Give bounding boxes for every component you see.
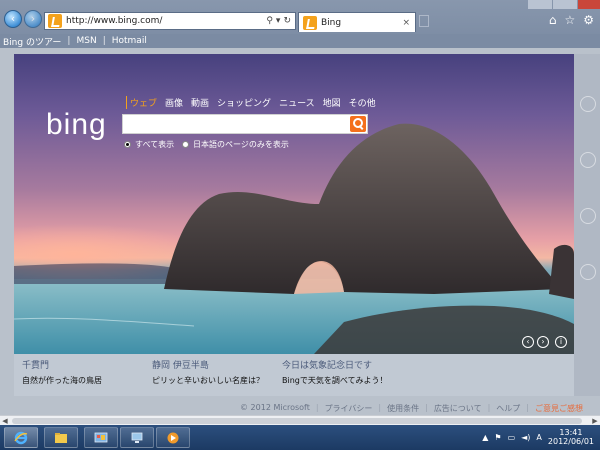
favorites-bar: Bing のツアー | MSN | Hotmail <box>0 34 600 48</box>
hero-image: bing ウェブ 画像 動画 ショッピング ニュース 地図 その他 すべて表示 … <box>14 54 574 354</box>
scope-videos[interactable]: 動画 <box>191 96 209 109</box>
hotspot-1[interactable]: 千貫門 自然が作った海の鳥居 <box>22 358 102 386</box>
taskbar-ie-button[interactable] <box>4 427 38 448</box>
taskbar: ▲ ⚑ ▭ ◄) A 13:41 2012/06/01 <box>0 425 600 450</box>
radio-japanese-only[interactable]: 日本語のページのみを表示 <box>182 139 289 150</box>
browser-right-tools: ⌂ ☆ ⚙ <box>549 13 594 27</box>
clock-date: 2012/06/01 <box>547 437 594 446</box>
forward-button[interactable]: › <box>24 10 42 28</box>
page-viewport: bing ウェブ 画像 動画 ショッピング ニュース 地図 その他 すべて表示 … <box>0 48 600 415</box>
url-text[interactable]: http://www.bing.com/ <box>66 16 266 26</box>
hotspot-title: 千貫門 <box>22 361 50 371</box>
search-icon[interactable]: ⚲ <box>266 16 273 26</box>
hotspot-3[interactable]: 今日は気象記念日です Bingで天気を調べてみよう！ <box>282 358 388 386</box>
scroll-thumb[interactable] <box>12 418 582 424</box>
home-icon[interactable]: ⌂ <box>549 13 557 27</box>
footer-link-privacy[interactable]: プライバシー <box>325 403 373 414</box>
charm-share-icon[interactable] <box>580 152 596 168</box>
computer-icon <box>131 432 143 443</box>
address-tools: ⚲ ▾ ↻ <box>266 16 295 26</box>
hotspot-2[interactable]: 静岡 伊豆半島 ピリッと辛いおいしい名産は？ <box>152 358 264 386</box>
hero-prev-button[interactable]: ‹ <box>522 336 534 348</box>
favorites-icon[interactable]: ☆ <box>564 13 575 27</box>
radio-all-results[interactable]: すべて表示 <box>124 139 174 150</box>
hotspot-desc: ピリッと辛いおいしい名産は？ <box>152 376 264 385</box>
charm-devices-icon[interactable] <box>580 264 596 280</box>
hotspot-title: 今日は気象記念日です <box>282 361 373 371</box>
hero-next-button[interactable]: › <box>537 336 549 348</box>
hero-info-button[interactable]: i <box>555 336 567 348</box>
tab-title: Bing <box>321 17 342 28</box>
maximize-button[interactable] <box>553 0 577 9</box>
footer-link-help[interactable]: ヘルプ <box>496 403 520 414</box>
footer-link-feedback[interactable]: ご意見ご感想 <box>535 403 583 414</box>
address-bar[interactable]: http://www.bing.com/ ⚲ ▾ ↻ <box>44 12 296 30</box>
radio-selected-icon[interactable] <box>124 141 131 148</box>
window-close-button[interactable] <box>578 0 600 9</box>
separator: | <box>102 36 106 46</box>
bing-logo[interactable]: bing <box>46 108 107 142</box>
scope-web[interactable]: ウェブ <box>126 96 157 109</box>
hotspot-desc: Bingで天気を調べてみよう！ <box>282 376 388 385</box>
separator: | <box>378 403 382 412</box>
scope-maps[interactable]: 地図 <box>323 96 341 109</box>
back-button[interactable]: ‹ <box>4 10 22 28</box>
footer-link-ads[interactable]: 広告について <box>434 403 482 414</box>
scope-shopping[interactable]: ショッピング <box>217 96 271 109</box>
separator: | <box>487 403 491 412</box>
network-icon[interactable]: ▭ <box>508 433 516 442</box>
windows-media-icon <box>167 432 179 444</box>
charm-search-icon[interactable] <box>580 96 596 112</box>
settings-gear-icon[interactable]: ⚙ <box>583 13 594 27</box>
dropdown-icon[interactable]: ▾ <box>276 16 281 26</box>
show-hidden-icons-icon[interactable]: ▲ <box>482 433 488 442</box>
hotspot-strip: 千貫門 自然が作った海の鳥居 静岡 伊豆半島 ピリッと辛いおいしい名産は？ 今日… <box>14 354 574 396</box>
taskbar-app-button[interactable] <box>156 427 190 448</box>
footer-link-terms[interactable]: 使用条件 <box>387 403 419 414</box>
horizontal-scrollbar[interactable]: ◀ ▶ <box>0 415 600 425</box>
new-tab-button[interactable] <box>419 15 429 27</box>
separator: | <box>315 403 319 412</box>
radio-all-label: すべて表示 <box>135 140 175 149</box>
search-button[interactable] <box>350 116 366 132</box>
separator: | <box>425 403 428 412</box>
search-scopes: ウェブ 画像 動画 ショッピング ニュース 地図 その他 <box>126 96 376 109</box>
minimize-button[interactable] <box>528 0 552 9</box>
taskbar-app-button[interactable] <box>84 427 118 448</box>
tab-bing[interactable]: Bing × <box>298 12 416 32</box>
volume-icon[interactable]: ◄) <box>521 433 530 442</box>
system-tray: ▲ ⚑ ▭ ◄) A 13:41 2012/06/01 <box>482 428 594 446</box>
taskbar-app-button[interactable] <box>120 427 154 448</box>
separator: | <box>67 36 71 46</box>
clock[interactable]: 13:41 2012/06/01 <box>548 428 594 446</box>
hotspot-title: 静岡 伊豆半島 <box>152 361 209 371</box>
link-bing-tour[interactable]: Bing のツアー <box>3 35 61 48</box>
taskbar-explorer-button[interactable] <box>44 427 78 448</box>
search-input[interactable] <box>122 114 368 134</box>
scope-news[interactable]: ニュース <box>279 96 315 109</box>
clock-time: 13:41 <box>559 428 583 437</box>
bing-favicon-icon <box>48 14 62 28</box>
scope-more[interactable]: その他 <box>349 96 376 109</box>
copyright: © 2012 Microsoft <box>240 403 310 412</box>
link-hotmail[interactable]: Hotmail <box>112 36 147 46</box>
internet-explorer-icon <box>14 431 28 445</box>
radio-japanese-label: 日本語のページのみを表示 <box>193 140 289 149</box>
ime-indicator[interactable]: A <box>536 433 541 442</box>
separator: | <box>526 403 529 412</box>
charm-start-icon[interactable] <box>580 208 596 224</box>
link-msn[interactable]: MSN <box>76 36 96 46</box>
refresh-icon[interactable]: ↻ <box>283 16 291 26</box>
flag-icon[interactable]: ⚑ <box>494 433 501 442</box>
scope-images[interactable]: 画像 <box>165 96 183 109</box>
close-tab-icon[interactable]: × <box>402 18 410 28</box>
control-panel-icon <box>94 432 108 443</box>
page-footer: © 2012 Microsoft | プライバシー | 使用条件 | 広告につい… <box>240 403 583 414</box>
bing-favicon-icon <box>303 15 317 30</box>
hotspot-desc: 自然が作った海の鳥居 <box>22 376 102 385</box>
folder-icon <box>55 433 67 443</box>
radio-unselected-icon[interactable] <box>182 141 189 148</box>
